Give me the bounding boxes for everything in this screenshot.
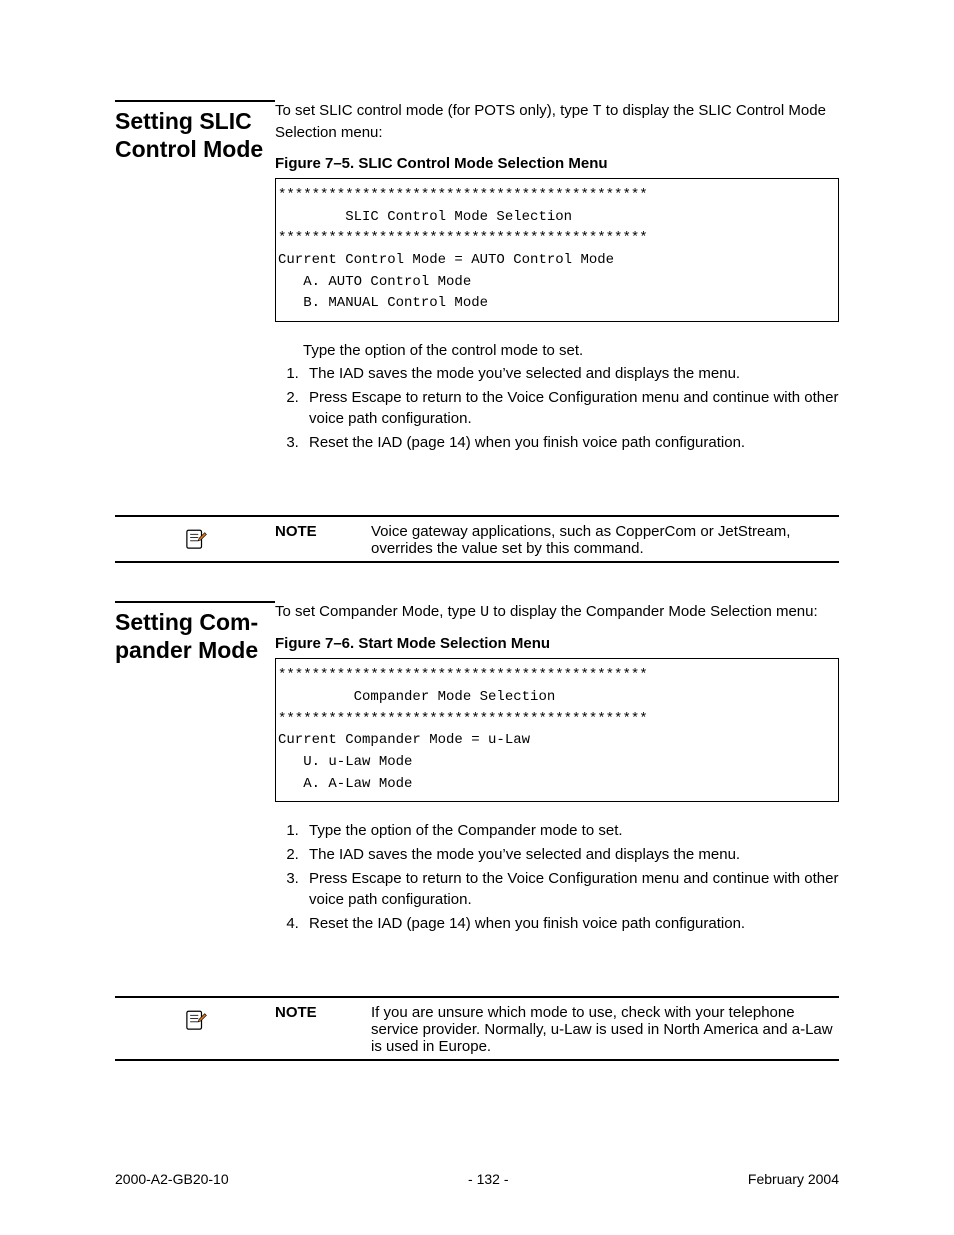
note-block: NOTE If you are unsure which mode to use…: [115, 996, 839, 1061]
step-item: Reset the IAD (page 14) when you finish …: [303, 913, 839, 934]
figure-caption-7-6: Figure 7–6. Start Mode Selection Menu: [275, 633, 839, 654]
step-item: Press Escape to return to the Voice Conf…: [303, 868, 839, 910]
step-item: The IAD saves the mode you’ve selected a…: [303, 844, 839, 865]
intro-key: T: [593, 103, 602, 120]
step-item: Type the option of the Compander mode to…: [303, 820, 839, 841]
intro-paragraph: To set Compander Mode, type U to display…: [275, 601, 839, 623]
figure-caption-7-5: Figure 7–5. SLIC Control Mode Selection …: [275, 153, 839, 174]
note-text: Voice gateway applications, such as Copp…: [371, 521, 839, 557]
notepad-icon: [182, 1008, 208, 1034]
intro-text-a: To set Compander Mode, type: [275, 603, 480, 620]
footer-page-number: - 132 -: [468, 1171, 508, 1187]
notepad-icon: [182, 527, 208, 553]
note-text: If you are unsure which mode to use, che…: [371, 1002, 839, 1055]
console-output-compander: ****************************************…: [275, 658, 839, 802]
section-heading-compander: Setting Com­pander Mode: [115, 601, 275, 664]
step-item: The IAD saves the mode you’ve selected a…: [303, 363, 839, 384]
console-output-slic: ****************************************…: [275, 178, 839, 322]
intro-key: U: [480, 604, 489, 621]
lead-text: Type the option of the control mode to s…: [303, 340, 839, 361]
note-label: NOTE: [275, 521, 371, 557]
step-item: Reset the IAD (page 14) when you finish …: [303, 432, 839, 453]
note-block: NOTE Voice gateway applications, such as…: [115, 515, 839, 563]
section-heading-slic: Setting SLIC Con­trol Mode: [115, 100, 275, 163]
footer-doc-id: 2000-A2-GB20-10: [115, 1171, 229, 1187]
steps-list: The IAD saves the mode you’ve selected a…: [275, 363, 839, 453]
intro-text-b: to display the Compander Mode Selection …: [489, 603, 818, 620]
step-item: Press Escape to return to the Voice Conf…: [303, 387, 839, 429]
intro-text-a: To set SLIC control mode (for POTS only)…: [275, 102, 593, 119]
steps-list: Type the option of the Compander mode to…: [275, 820, 839, 934]
footer-date: February 2004: [748, 1171, 839, 1187]
intro-paragraph: To set SLIC control mode (for POTS only)…: [275, 100, 839, 143]
note-label: NOTE: [275, 1002, 371, 1055]
page-footer: 2000-A2-GB20-10 - 132 - February 2004: [115, 1171, 839, 1187]
